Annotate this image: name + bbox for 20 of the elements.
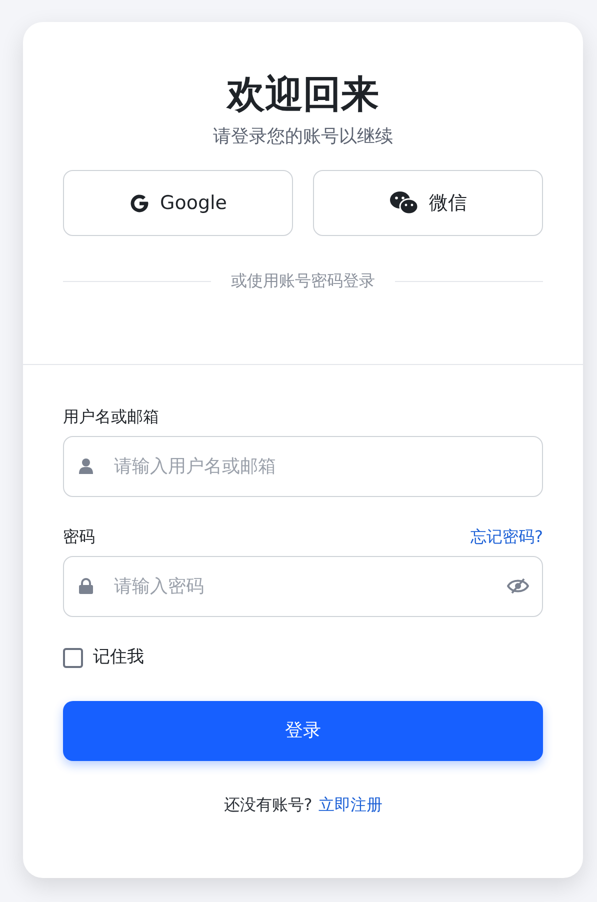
divider-text: 或使用账号密码登录 [231,270,375,292]
username-field[interactable]: 请输入用户名或邮箱 [63,436,543,497]
eye-slash-icon[interactable] [507,578,529,594]
register-link[interactable]: 立即注册 [318,792,382,816]
forgot-password-link[interactable]: 忘记密码? [470,525,543,549]
footer-text: 还没有账号? [224,794,312,816]
remember-checkbox[interactable] [63,648,83,668]
user-icon [79,458,93,474]
subtitle: 请登录您的账号以继续 [213,125,393,149]
heading: 欢迎回来 [227,71,379,118]
lock-icon [79,578,93,594]
chat-bubbles-icon [389,190,419,216]
password-field[interactable]: 请输入密码 [63,556,543,617]
checkbox-label: 记住我 [93,646,144,669]
field-label: 用户名或邮箱 [63,406,160,428]
field-label: 密码 [63,526,95,548]
social-login-button[interactable]: 微信 [313,170,543,236]
google-g-icon [128,192,150,214]
social-login-button[interactable]: Google [63,170,293,236]
login-button[interactable]: 登录 [63,700,543,760]
